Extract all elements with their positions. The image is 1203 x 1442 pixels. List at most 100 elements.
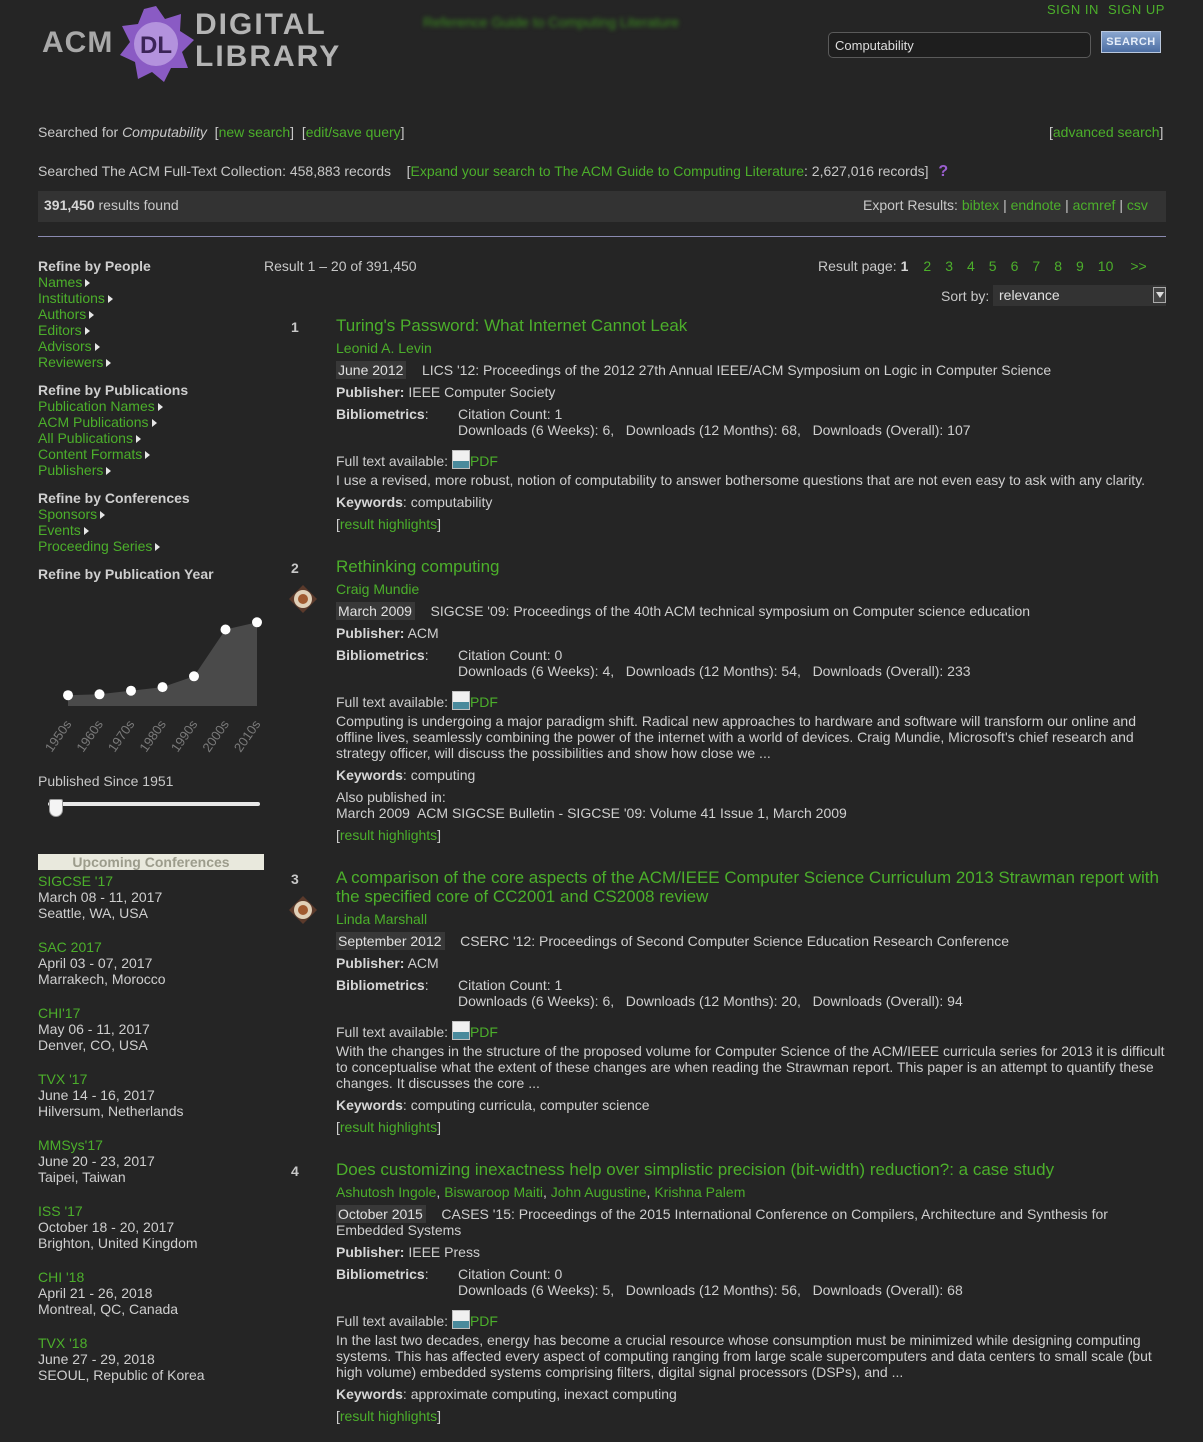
page-2-link[interactable]: 2 — [923, 258, 931, 274]
year-slider-track[interactable] — [48, 802, 260, 806]
sign-in-link[interactable]: SIGN IN — [1047, 2, 1099, 17]
conference-link[interactable]: CHI '18 — [38, 1269, 84, 1285]
result-highlights-link[interactable]: result highlights — [340, 827, 437, 843]
result-title-link[interactable]: Does customizing inexactness help over s… — [336, 1160, 1166, 1179]
author-link[interactable]: John Augustine — [551, 1184, 647, 1200]
advanced-search-link[interactable]: advanced search — [1053, 124, 1160, 140]
result-title-link[interactable]: A comparison of the core aspects of the … — [336, 868, 1166, 906]
result-range: Result 1 – 20 of 391,450 — [264, 258, 417, 274]
author-link[interactable]: Biswaroop Maiti — [444, 1184, 543, 1200]
refine-authors-link[interactable]: Authors — [38, 306, 86, 322]
expand-arrow-icon — [107, 295, 113, 303]
page-10-link[interactable]: 10 — [1098, 258, 1114, 274]
result-keywords: Keywords: computing curricula, computer … — [336, 1097, 650, 1113]
logo-star-icon: DL — [120, 6, 194, 82]
publication-year-chart[interactable]: 1950s1960s1970s1980s1990s2000s2010s — [38, 596, 268, 766]
refine-sponsors-link[interactable]: Sponsors — [38, 506, 97, 522]
result-title-link[interactable]: Rethinking computing — [336, 557, 1166, 576]
conference-date: March 08 - 11, 2017 — [38, 889, 163, 905]
page-8-link[interactable]: 8 — [1054, 258, 1062, 274]
refine-events-link[interactable]: Events — [38, 522, 81, 538]
result-highlights-link[interactable]: result highlights — [340, 1119, 437, 1135]
upcoming-conference-item: TVX '18 June 27 - 29, 2018 SEOUL, Republ… — [38, 1335, 205, 1383]
page-5-link[interactable]: 5 — [989, 258, 997, 274]
author-link[interactable]: Leonid A. Levin — [336, 340, 432, 356]
result-page-label: Result page: — [818, 258, 897, 274]
export-acmref-link[interactable]: acmref — [1073, 197, 1116, 213]
pdf-icon[interactable] — [451, 1310, 470, 1329]
edit-save-query-link[interactable]: edit/save query — [306, 124, 401, 140]
refine-acm-publications-link[interactable]: ACM Publications — [38, 414, 149, 430]
export-csv-link[interactable]: csv — [1127, 197, 1148, 213]
refine-reviewers-link[interactable]: Reviewers — [38, 354, 103, 370]
conference-link[interactable]: TVX '17 — [38, 1071, 87, 1087]
sort-label: Sort by: — [941, 288, 990, 304]
refine-year-heading: Refine by Publication Year — [38, 566, 214, 582]
conference-link[interactable]: ISS '17 — [38, 1203, 83, 1219]
refine-content-formats-link[interactable]: Content Formats — [38, 446, 142, 462]
export-bibtex-link[interactable]: bibtex — [962, 197, 999, 213]
current-page: 1 — [900, 258, 909, 274]
sort-select[interactable]: relevance — [993, 285, 1166, 306]
conference-link[interactable]: SIGCSE '17 — [38, 873, 113, 889]
pdf-icon[interactable] — [451, 450, 470, 469]
page-3-link[interactable]: 3 — [945, 258, 953, 274]
result-venue: SIGCSE '09: Proceedings of the 40th ACM … — [430, 603, 1031, 619]
refine-publication-names-link[interactable]: Publication Names — [38, 398, 155, 414]
author-link[interactable]: Linda Marshall — [336, 911, 427, 927]
pdf-icon[interactable] — [451, 1021, 470, 1040]
conference-link[interactable]: MMSys'17 — [38, 1137, 103, 1153]
help-icon[interactable]: ? — [938, 163, 948, 180]
export-endnote-link[interactable]: endnote — [1011, 197, 1062, 213]
pdf-link[interactable]: PDF — [470, 453, 498, 469]
result-highlights-link[interactable]: result highlights — [340, 1408, 437, 1424]
search-input[interactable] — [828, 32, 1091, 58]
pdf-icon[interactable] — [451, 691, 470, 710]
result-authors: Leonid A. Levin — [336, 340, 432, 356]
result-title-link[interactable]: Turing's Password: What Internet Cannot … — [336, 316, 1166, 335]
new-search-link[interactable]: new search — [219, 124, 291, 140]
page-9-link[interactable]: 9 — [1076, 258, 1084, 274]
next-pages-link[interactable]: >> — [1130, 258, 1146, 274]
searched-for-label: Searched for — [38, 124, 119, 140]
pdf-link[interactable]: PDF — [470, 694, 498, 710]
expand-arrow-icon — [157, 403, 163, 411]
logo-library-text: LIBRARY — [195, 40, 342, 73]
page-7-link[interactable]: 7 — [1032, 258, 1040, 274]
author-link[interactable]: Krishna Palem — [654, 1184, 745, 1200]
refine-institutions-link[interactable]: Institutions — [38, 290, 105, 306]
refine-editors-link[interactable]: Editors — [38, 322, 82, 338]
expand-arrow-icon — [84, 327, 90, 335]
sign-up-link[interactable]: SIGN UP — [1108, 2, 1165, 17]
page-6-link[interactable]: 6 — [1011, 258, 1019, 274]
conference-link[interactable]: CHI'17 — [38, 1005, 80, 1021]
year-tick-label: 1960s — [73, 717, 106, 755]
search-button[interactable]: SEARCH — [1101, 31, 1161, 53]
conference-location: Hilversum, Netherlands — [38, 1103, 184, 1119]
year-slider-handle[interactable] — [49, 799, 63, 817]
conference-location: Marrakech, Morocco — [38, 971, 166, 987]
result-abstract: Computing is undergoing a major paradigm… — [336, 713, 1136, 761]
refine-publishers-link[interactable]: Publishers — [38, 462, 103, 478]
expand-arrow-icon — [100, 511, 106, 519]
citation-count: Citation Count: 1 — [458, 977, 563, 993]
pdf-link[interactable]: PDF — [470, 1024, 498, 1040]
refine-proceeding-series-link[interactable]: Proceeding Series — [38, 538, 152, 554]
author-link[interactable]: Ashutosh Ingole — [336, 1184, 436, 1200]
author-link[interactable]: Craig Mundie — [336, 581, 419, 597]
conference-link[interactable]: SAC 2017 — [38, 939, 102, 955]
refine-all-publications-link[interactable]: All Publications — [38, 430, 133, 446]
conference-link[interactable]: TVX '18 — [38, 1335, 87, 1351]
result-highlights-link[interactable]: result highlights — [340, 516, 437, 532]
result-highlights: [result highlights] — [336, 516, 442, 532]
collection-line: Searched The ACM Full-Text Collection: 4… — [38, 163, 949, 180]
result-publisher: Publisher: ACM — [336, 625, 439, 641]
page-4-link[interactable]: 4 — [967, 258, 975, 274]
expand-search-link[interactable]: Expand your search to The ACM Guide to C… — [410, 163, 804, 179]
pdf-link[interactable]: PDF — [470, 1313, 498, 1329]
refine-advisors-link[interactable]: Advisors — [38, 338, 92, 354]
refine-publications-list: Publication Names ACM Publications All P… — [38, 398, 163, 478]
export-label: Export Results: — [863, 197, 958, 213]
acm-dl-logo[interactable]: ACM DL DIGITAL LIBRARY — [40, 6, 360, 82]
refine-names-link[interactable]: Names — [38, 274, 82, 290]
